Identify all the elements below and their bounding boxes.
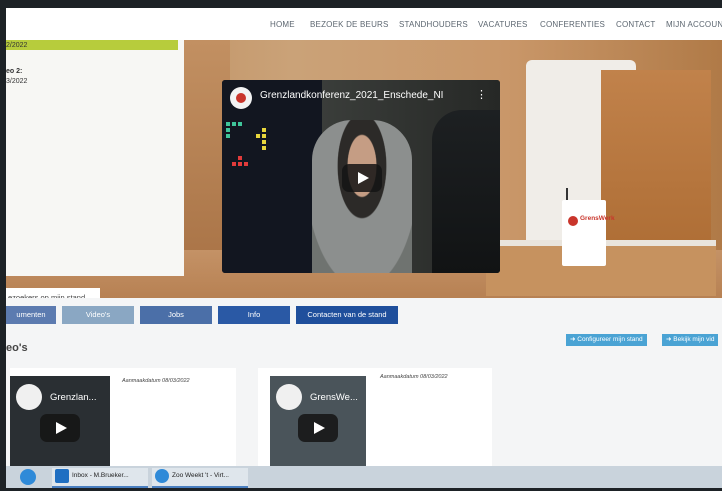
interviewer-figure [432, 110, 500, 273]
stand-video-player[interactable]: Grenzlandkonferenz_2021_Enschede_NI ⋮ [222, 80, 500, 273]
taskbar-outlook-label: Inbox - M.Brueker... [72, 472, 129, 479]
configure-stand-button[interactable]: ➜ Configureer mijn stand [566, 334, 647, 346]
video-date-2: 3/2022 [6, 78, 28, 85]
taskbar-outlook[interactable]: Inbox - M.Brueker... [52, 468, 148, 488]
video-title[interactable]: Grenzlandkonferenz_2021_Enschede_NI [260, 90, 443, 101]
channel-avatar-icon [16, 384, 42, 410]
edge-icon[interactable] [20, 469, 36, 485]
play-button-icon[interactable] [342, 164, 382, 192]
podium[interactable]: GrensWerk [562, 200, 615, 266]
channel-avatar-icon[interactable] [230, 87, 252, 109]
video-date-label-1: Aanmaakdatum 08/03/2022 [122, 378, 190, 384]
video-label-2[interactable]: eo 2: [6, 68, 22, 75]
tab-contacten[interactable]: Contacten van de stand [296, 306, 398, 324]
podium-logo-text: GrensWerk [580, 215, 615, 222]
browser-screen: HOME BEZOEK DE BEURS STANDHOUDERS VACATU… [6, 8, 722, 488]
tab-documenten[interactable]: umenten [6, 306, 56, 324]
nav-conferenties[interactable]: CONFERENTIES [540, 20, 605, 29]
video-thumbnail-1[interactable]: Grenzlan... [10, 376, 110, 466]
nav-vacatures[interactable]: VACATURES [478, 20, 528, 29]
video-menu-icon[interactable]: ⋮ [476, 88, 487, 101]
grenswerk-logo-icon [568, 216, 578, 226]
visitors-label[interactable]: ezoekers op mijn stand [6, 288, 100, 298]
tab-videos[interactable]: Video's [62, 306, 134, 324]
tab-info[interactable]: Info [218, 306, 290, 324]
play-button-icon[interactable] [40, 414, 80, 442]
edge-icon [155, 469, 169, 483]
channel-avatar-icon [276, 384, 302, 410]
top-navigation: HOME BEZOEK DE BEURS STANDHOUDERS VACATU… [6, 8, 722, 40]
nav-standhouders[interactable]: STANDHOUDERS [399, 20, 468, 29]
taskbar-edge[interactable]: Zoo Weekt 't - Virt... [152, 468, 248, 488]
active-video-bar[interactable] [6, 40, 178, 50]
nav-mijn-account[interactable]: MIJN ACCOUNT [666, 20, 722, 29]
stand-tabs: umenten Video's Jobs Info Contacten van … [6, 306, 722, 324]
video-thumb-title-2: GrensWe... [310, 392, 358, 403]
virtual-stand-scene: GrensWerk 2/2022 eo 2: 3/2022 ezoekers o… [6, 40, 722, 298]
nav-home[interactable]: HOME [270, 20, 295, 29]
play-button-icon[interactable] [298, 414, 338, 442]
speaker-figure [312, 120, 412, 273]
taskbar: Inbox - M.Brueker... Zoo Weekt 't - Virt… [6, 466, 722, 488]
video-thumbnail-2[interactable]: GrensWe... [270, 376, 366, 466]
nav-bezoek-de-beurs[interactable]: BEZOEK DE BEURS [310, 20, 389, 29]
side-video-panel: 2/2022 eo 2: 3/2022 [6, 40, 184, 276]
view-videos-button[interactable]: ➜ Bekijk mijn vid [662, 334, 719, 346]
tab-jobs[interactable]: Jobs [140, 306, 212, 324]
videos-section-title: eo's [6, 342, 28, 354]
nav-contact[interactable]: CONTACT [616, 20, 655, 29]
outlook-icon [55, 469, 69, 483]
video-date-label-2: Aanmaakdatum 08/03/2022 [380, 374, 448, 380]
video-date-1: 2/2022 [6, 42, 28, 49]
led-display [226, 122, 266, 182]
video-thumb-title-1: Grenzlan... [50, 392, 97, 403]
taskbar-edge-label: Zoo Weekt 't - Virt... [172, 472, 229, 479]
